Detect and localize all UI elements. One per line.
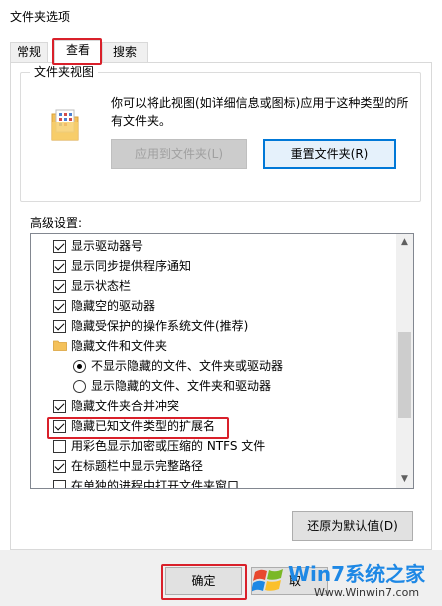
list-item[interactable]: 显示同步提供程序通知 xyxy=(31,256,397,276)
list-item-label: 隐藏空的驱动器 xyxy=(71,299,156,313)
vertical-scrollbar[interactable]: ▲ ▼ xyxy=(396,234,413,488)
folder-icon xyxy=(53,340,67,351)
list-item[interactable]: 显示隐藏的文件、文件夹和驱动器 xyxy=(31,376,397,396)
list-item[interactable]: 隐藏受保护的操作系统文件(推荐) xyxy=(31,316,397,336)
list-item[interactable]: 用彩色显示加密或压缩的 NTFS 文件 xyxy=(31,436,397,456)
checkbox[interactable] xyxy=(53,400,66,413)
radio-button[interactable] xyxy=(73,360,86,373)
apply-to-folders-button[interactable]: 应用到文件夹(L) xyxy=(111,139,247,169)
ok-button[interactable]: 确定 xyxy=(165,567,242,595)
tab-general[interactable]: 常规 xyxy=(10,42,48,62)
checkbox[interactable] xyxy=(53,280,66,293)
list-item[interactable]: 隐藏文件夹合并冲突 xyxy=(31,396,397,416)
list-item[interactable]: 在单独的进程中打开文件夹窗口 xyxy=(31,476,397,489)
watermark-url: Www.Winwin7.com xyxy=(314,586,420,599)
checkbox[interactable] xyxy=(53,480,66,488)
folder-views-group xyxy=(20,72,421,202)
tab-search[interactable]: 搜索 xyxy=(102,42,148,62)
site-watermark: Win7系统之家 Www.Winwin7.com xyxy=(246,552,442,606)
checkbox[interactable] xyxy=(53,260,66,273)
list-item-label: 用彩色显示加密或压缩的 NTFS 文件 xyxy=(71,439,266,453)
folder-views-icon xyxy=(51,109,79,141)
checkbox[interactable] xyxy=(53,300,66,313)
checkbox[interactable] xyxy=(53,320,66,333)
list-item-label: 隐藏文件夹合并冲突 xyxy=(71,399,180,413)
list-item[interactable]: 显示驱动器号 xyxy=(31,236,397,256)
list-item-group-header: 隐藏文件和文件夹 xyxy=(31,336,397,356)
list-item[interactable]: 不显示隐藏的文件、文件夹或驱动器 xyxy=(31,356,397,376)
list-item[interactable]: 在标题栏中显示完整路径 xyxy=(31,456,397,476)
reset-folders-button[interactable]: 重置文件夹(R) xyxy=(263,139,396,169)
scroll-thumb[interactable] xyxy=(398,332,411,418)
list-item-label: 不显示隐藏的文件、文件夹或驱动器 xyxy=(91,359,284,373)
tab-view[interactable]: 查看 xyxy=(54,40,102,63)
advanced-settings-label: 高级设置: xyxy=(30,216,83,230)
list-item-label: 显示隐藏的文件、文件夹和驱动器 xyxy=(91,379,272,393)
list-item-label: 显示驱动器号 xyxy=(71,239,144,253)
folder-views-description: 你可以将此视图(如详细信息或图标)应用于这种类型的所有文件夹。 xyxy=(111,96,409,128)
list-item[interactable]: 显示状态栏 xyxy=(31,276,397,296)
dialog-title: 文件夹选项 xyxy=(10,10,71,24)
list-item-label: 显示状态栏 xyxy=(71,279,132,293)
list-item-label: 隐藏已知文件类型的扩展名 xyxy=(71,419,216,433)
watermark-brand: Win7系统之家 xyxy=(288,562,426,586)
scroll-up-icon[interactable]: ▲ xyxy=(396,234,413,251)
checkbox[interactable] xyxy=(53,420,66,433)
advanced-settings-list[interactable]: 显示驱动器号 显示同步提供程序通知 显示状态栏 隐藏空的驱动器 隐藏受保护的操作… xyxy=(30,233,414,489)
folder-views-legend: 文件夹视图 xyxy=(30,63,99,80)
scroll-down-icon[interactable]: ▼ xyxy=(396,471,413,488)
radio-button[interactable] xyxy=(73,380,86,393)
list-item-label: 显示同步提供程序通知 xyxy=(71,259,192,273)
tab-bar: 常规 查看 搜索 xyxy=(10,40,430,63)
list-item-label: 在标题栏中显示完整路径 xyxy=(71,459,204,473)
list-item-label: 隐藏受保护的操作系统文件(推荐) xyxy=(71,319,249,333)
checkbox[interactable] xyxy=(53,440,66,453)
windows-logo-icon xyxy=(252,569,283,592)
list-item-label: 隐藏文件和文件夹 xyxy=(71,339,168,353)
list-item[interactable]: 隐藏空的驱动器 xyxy=(31,296,397,316)
checkbox[interactable] xyxy=(53,460,66,473)
restore-defaults-button[interactable]: 还原为默认值(D) xyxy=(292,511,413,541)
checkbox[interactable] xyxy=(53,240,66,253)
list-item-label: 在单独的进程中打开文件夹窗口 xyxy=(71,479,240,489)
list-item[interactable]: 隐藏已知文件类型的扩展名 xyxy=(31,416,397,436)
